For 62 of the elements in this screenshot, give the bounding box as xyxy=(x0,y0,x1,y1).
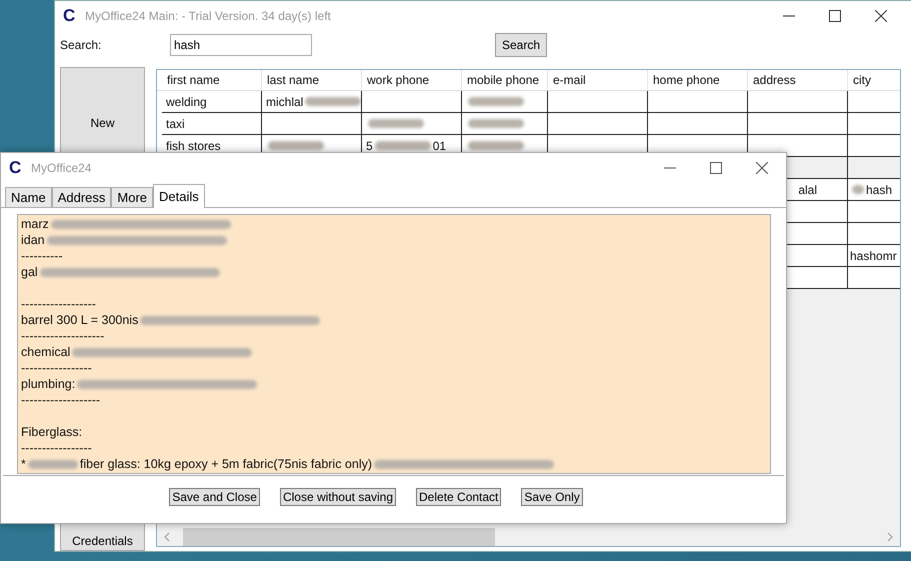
table-cell: hashomr xyxy=(850,248,897,262)
dialog-button[interactable]: Save and Close xyxy=(169,488,260,506)
note-text: Fiberglass: xyxy=(21,425,82,439)
column-header[interactable]: mobile phone xyxy=(462,70,548,90)
search-button[interactable]: Search xyxy=(495,33,548,57)
note-text: idan xyxy=(21,233,45,247)
blurred-text xyxy=(305,97,361,106)
column-header[interactable]: first name xyxy=(162,70,262,90)
app-logo: C xyxy=(63,8,76,24)
blurred-text xyxy=(28,460,78,468)
blurred-text xyxy=(852,185,864,194)
note-text: -------------------- xyxy=(21,329,104,343)
column-header[interactable]: work phone xyxy=(362,70,462,90)
tab[interactable]: Address xyxy=(52,187,112,207)
column-header[interactable]: e-mail xyxy=(548,70,648,90)
close-icon[interactable] xyxy=(875,10,887,22)
tab[interactable]: Details xyxy=(153,184,205,208)
close-icon[interactable] xyxy=(756,162,768,174)
blurred-text xyxy=(468,119,524,128)
note-text: ---------- xyxy=(21,249,63,263)
maximize-icon[interactable] xyxy=(829,10,841,22)
note-text: ----------------- xyxy=(21,361,92,375)
blurred-text xyxy=(268,141,324,150)
note-text: gal xyxy=(21,265,38,279)
note-text: barrel 300 L = 300nis xyxy=(21,313,138,327)
window-title: MyOffice24 Main: - Trial Version. 34 day(s) left xyxy=(85,9,331,23)
table-cell: welding xyxy=(166,94,207,108)
table-cell: michlal xyxy=(266,94,304,108)
table-cell: alal xyxy=(798,182,817,196)
table-cell: 01 xyxy=(432,138,446,152)
dialog-button[interactable]: Close without saving xyxy=(280,488,396,506)
table-cell: hash xyxy=(866,182,892,196)
note-text: ------------------ xyxy=(21,297,96,311)
note-text: fiber glass: 10kg epoxy + 5m fabric(75nis fabric only) xyxy=(80,457,372,471)
scrollbar-thumb[interactable] xyxy=(183,528,495,546)
dialog-button[interactable]: Save Only xyxy=(521,488,583,506)
dialog-button[interactable]: Delete Contact xyxy=(416,488,502,506)
table-row[interactable]: taxi xyxy=(157,113,900,135)
maximize-icon[interactable] xyxy=(710,162,722,174)
blurred-text xyxy=(468,141,524,150)
app-logo: C xyxy=(9,160,22,176)
search-label: Search: xyxy=(60,38,102,52)
column-header[interactable]: city xyxy=(848,70,900,90)
column-header[interactable]: address xyxy=(748,70,848,90)
search-field[interactable]: hash xyxy=(170,34,312,56)
blurred-text xyxy=(374,141,431,150)
table-row[interactable]: welding michlal xyxy=(157,91,900,113)
tab[interactable]: More xyxy=(111,187,154,207)
tab[interactable]: Name xyxy=(5,187,52,207)
table-cell: taxi xyxy=(166,116,185,130)
note-text: marz xyxy=(21,217,49,231)
blurred-text xyxy=(468,97,524,106)
column-header[interactable]: home phone xyxy=(648,70,748,90)
note-text: chemical xyxy=(21,345,70,359)
note-text: ----------------- xyxy=(21,441,92,455)
table-cell: 5 xyxy=(366,138,373,152)
note-text: plumbing: xyxy=(21,377,76,391)
table-cell: fish stores xyxy=(166,138,221,152)
note-text: ------------------- xyxy=(21,393,100,407)
column-header[interactable]: last name xyxy=(262,70,362,90)
blurred-text xyxy=(368,119,424,128)
note-text: * xyxy=(21,457,26,471)
